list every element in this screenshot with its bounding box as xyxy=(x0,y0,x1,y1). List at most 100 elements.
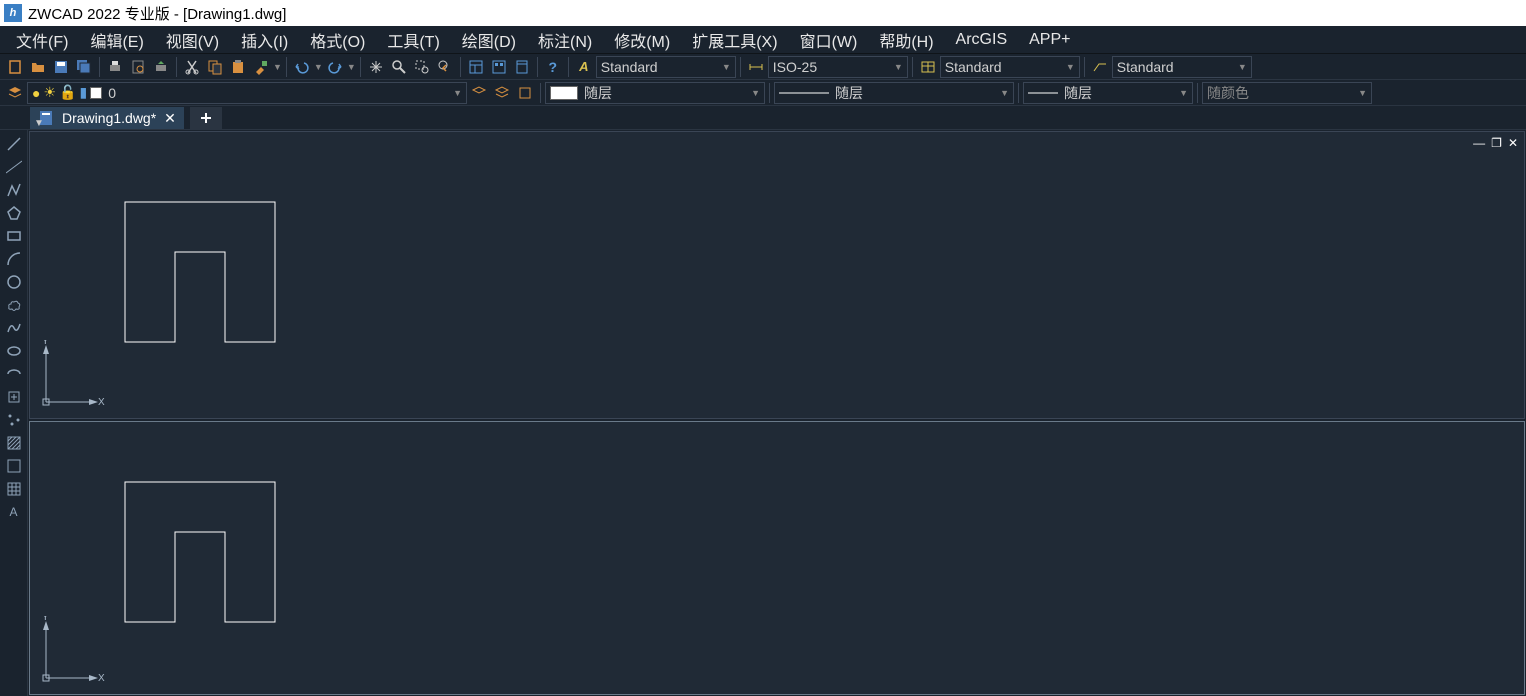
text-style-dropdown[interactable]: Standard▼ xyxy=(596,56,736,78)
tool-palettes-icon[interactable] xyxy=(511,56,533,78)
text-style-icon[interactable]: A xyxy=(573,56,595,78)
mleader-style-dropdown[interactable]: Standard▼ xyxy=(1112,56,1252,78)
menu-arcgis[interactable]: ArcGIS xyxy=(946,29,1018,51)
cut-icon[interactable] xyxy=(181,56,203,78)
polyline-icon[interactable] xyxy=(3,180,25,200)
new-icon[interactable] xyxy=(4,56,26,78)
plus-icon xyxy=(199,111,213,125)
print-icon[interactable] xyxy=(104,56,126,78)
construction-line-icon[interactable] xyxy=(3,157,25,177)
ucs-icon-2: Y X xyxy=(38,616,108,686)
table-icon[interactable] xyxy=(3,479,25,499)
menu-modify[interactable]: 修改(M) xyxy=(604,26,680,54)
menu-draw[interactable]: 绘图(D) xyxy=(452,26,526,54)
lineweight-preview-icon xyxy=(1028,89,1058,97)
redo-icon[interactable] xyxy=(324,56,346,78)
ellipse-icon[interactable] xyxy=(3,341,25,361)
lineweight-dropdown[interactable]: 随层 ▼ xyxy=(1023,82,1193,104)
point-icon[interactable] xyxy=(3,410,25,430)
drawing-canvas-2 xyxy=(30,422,1524,694)
plotstyle-dropdown[interactable]: 随颜色 ▼ xyxy=(1202,82,1372,104)
hatch-icon[interactable] xyxy=(3,433,25,453)
menu-insert[interactable]: 插入(I) xyxy=(231,26,298,54)
zoom-window-icon[interactable] xyxy=(411,56,433,78)
svg-text:Y: Y xyxy=(42,616,49,623)
mtext-icon[interactable]: A xyxy=(3,502,25,522)
menu-appplus[interactable]: APP+ xyxy=(1019,29,1080,51)
menu-format[interactable]: 格式(O) xyxy=(300,26,375,54)
design-center-icon[interactable] xyxy=(488,56,510,78)
line-icon[interactable] xyxy=(3,134,25,154)
document-tab[interactable]: Drawing1.dwg* ✕ xyxy=(30,107,184,129)
saveall-icon[interactable] xyxy=(73,56,95,78)
tabs-menu-icon[interactable]: ▼ xyxy=(34,118,44,129)
menu-window[interactable]: 窗口(W) xyxy=(790,26,868,54)
table-style-dropdown[interactable]: Standard▼ xyxy=(940,56,1080,78)
ellipse-arc-icon[interactable] xyxy=(3,364,25,384)
help-icon[interactable]: ? xyxy=(542,56,564,78)
menu-express-tools[interactable]: 扩展工具(X) xyxy=(682,26,787,54)
properties-icon[interactable] xyxy=(465,56,487,78)
linetype-dropdown[interactable]: 随层 ▼ xyxy=(774,82,1014,104)
menu-tools[interactable]: 工具(T) xyxy=(377,26,449,54)
zoom-previous-icon[interactable] xyxy=(434,56,456,78)
standard-toolbar: ▼ ▼ ▼ ? A Standard▼ ISO-25▼ Standard▼ St… xyxy=(0,54,1526,80)
window-title: ZWCAD 2022 专业版 - [Drawing1.dwg] xyxy=(28,3,286,24)
menu-file[interactable]: 文件(F) xyxy=(6,26,78,54)
color-swatch-icon xyxy=(550,86,578,100)
layer-color-swatch xyxy=(90,87,102,99)
drawing-canvas-1 xyxy=(30,132,1524,418)
svg-text:X: X xyxy=(98,397,105,408)
rectangle-icon[interactable] xyxy=(3,226,25,246)
color-dropdown[interactable]: 随层 ▼ xyxy=(545,82,765,104)
new-tab-button[interactable] xyxy=(190,107,222,129)
publish-icon[interactable] xyxy=(150,56,172,78)
open-icon[interactable] xyxy=(27,56,49,78)
viewport-2[interactable]: Y X xyxy=(29,421,1525,695)
main-area: A — ❐ ✕ Y X xyxy=(0,130,1526,696)
spline-icon[interactable] xyxy=(3,318,25,338)
menu-dimension[interactable]: 标注(N) xyxy=(528,26,602,54)
copy-icon[interactable] xyxy=(204,56,226,78)
undo-icon[interactable] xyxy=(291,56,313,78)
app-logo-icon: h xyxy=(4,4,22,22)
layer-manager-icon[interactable] xyxy=(4,82,26,104)
zoom-realtime-icon[interactable] xyxy=(388,56,410,78)
layer-states-icon[interactable] xyxy=(491,82,513,104)
print-preview-icon[interactable] xyxy=(127,56,149,78)
layer-dropdown[interactable]: ● ☀ 🔓 ▮ 0 ▼ xyxy=(27,82,467,104)
dim-style-dropdown[interactable]: ISO-25▼ xyxy=(768,56,908,78)
tab-close-icon[interactable]: ✕ xyxy=(164,110,176,127)
table-style-icon[interactable] xyxy=(917,56,939,78)
match-properties-icon[interactable] xyxy=(250,56,272,78)
circle-icon[interactable] xyxy=(3,272,25,292)
table-style-value: Standard xyxy=(945,59,1002,75)
revision-cloud-icon[interactable] xyxy=(3,295,25,315)
viewport-container: — ❐ ✕ Y X xyxy=(28,130,1526,696)
paste-icon[interactable] xyxy=(227,56,249,78)
insert-block-icon[interactable] xyxy=(3,387,25,407)
menu-view[interactable]: 视图(V) xyxy=(156,26,229,54)
draw-toolbar: A xyxy=(0,130,28,696)
save-icon[interactable] xyxy=(50,56,72,78)
viewport-1[interactable]: — ❐ ✕ Y X xyxy=(29,131,1525,419)
dim-style-icon[interactable] xyxy=(745,56,767,78)
polygon-icon[interactable] xyxy=(3,203,25,223)
arc-icon[interactable] xyxy=(3,249,25,269)
document-tabs: ▼ Drawing1.dwg* ✕ xyxy=(0,106,1526,130)
ucs-icon-1: Y X xyxy=(38,340,108,410)
sun-icon: ☀ xyxy=(43,84,56,101)
region-icon[interactable] xyxy=(3,456,25,476)
menu-edit[interactable]: 编辑(E) xyxy=(80,26,153,54)
dim-style-value: ISO-25 xyxy=(773,59,817,75)
layer-color-icon: ▮ xyxy=(79,84,87,101)
pan-icon[interactable] xyxy=(365,56,387,78)
plotstyle-value: 随颜色 xyxy=(1207,83,1249,103)
layer-isolate-icon[interactable] xyxy=(514,82,536,104)
menu-bar: 文件(F) 编辑(E) 视图(V) 插入(I) 格式(O) 工具(T) 绘图(D… xyxy=(0,26,1526,54)
menu-help[interactable]: 帮助(H) xyxy=(869,26,943,54)
mleader-style-icon[interactable] xyxy=(1089,56,1111,78)
svg-text:X: X xyxy=(98,673,105,684)
svg-text:Y: Y xyxy=(42,340,49,347)
layer-previous-icon[interactable] xyxy=(468,82,490,104)
